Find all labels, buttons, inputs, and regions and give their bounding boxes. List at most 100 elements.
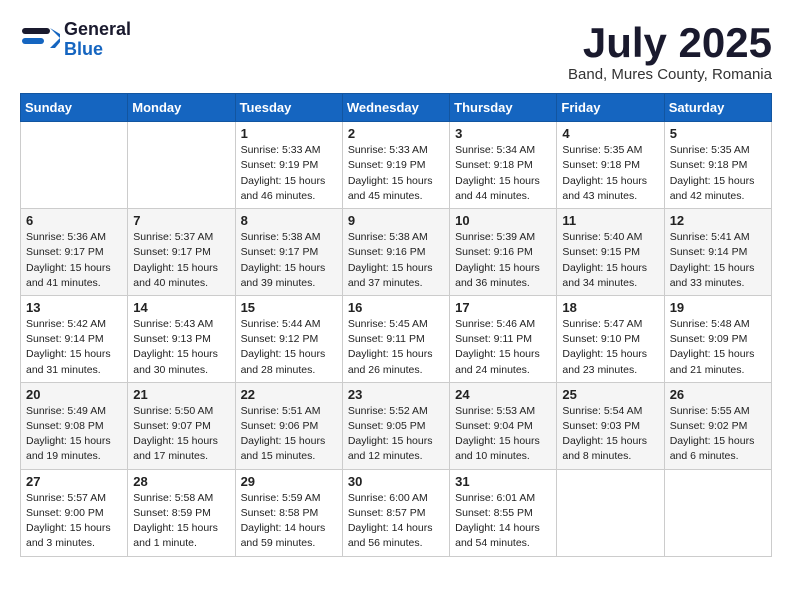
calendar-table: SundayMondayTuesdayWednesdayThursdayFrid…: [20, 93, 772, 556]
calendar-cell: 14 Sunrise: 5:43 AM Sunset: 9:13 PM Dayli…: [128, 295, 235, 382]
logo-icon: [20, 20, 60, 60]
day-info: Sunrise: 5:40 AM Sunset: 9:15 PM Dayligh…: [562, 230, 658, 291]
calendar-week-row: 1 Sunrise: 5:33 AM Sunset: 9:19 PM Daylig…: [21, 122, 772, 209]
day-info: Sunrise: 5:47 AM Sunset: 9:10 PM Dayligh…: [562, 317, 658, 378]
day-info: Sunrise: 5:38 AM Sunset: 9:16 PM Dayligh…: [348, 230, 444, 291]
calendar-cell: 13 Sunrise: 5:42 AM Sunset: 9:14 PM Dayli…: [21, 295, 128, 382]
calendar-cell: 22 Sunrise: 5:51 AM Sunset: 9:06 PM Dayli…: [235, 382, 342, 469]
day-info: Sunrise: 5:41 AM Sunset: 9:14 PM Dayligh…: [670, 230, 766, 291]
day-number: 18: [562, 300, 658, 315]
calendar-week-row: 27Sunrise: 5:57 AM Sunset: 9:00 PM Dayli…: [21, 469, 772, 556]
day-number: 16: [348, 300, 444, 315]
day-info: Sunrise: 5:43 AM Sunset: 9:13 PM Dayligh…: [133, 317, 229, 378]
calendar-cell: [557, 469, 664, 556]
day-number: 29: [241, 474, 337, 489]
calendar-header-thursday: Thursday: [450, 94, 557, 122]
day-number: 19: [670, 300, 766, 315]
day-info: Sunrise: 5:59 AM Sunset: 8:58 PM Dayligh…: [241, 491, 337, 552]
day-number: 12: [670, 213, 766, 228]
calendar-cell: 7 Sunrise: 5:37 AM Sunset: 9:17 PM Daylig…: [128, 209, 235, 296]
day-number: 23: [348, 387, 444, 402]
day-info: Sunrise: 5:42 AM Sunset: 9:14 PM Dayligh…: [26, 317, 122, 378]
day-number: 10: [455, 213, 551, 228]
calendar-cell: 2 Sunrise: 5:33 AM Sunset: 9:19 PM Daylig…: [342, 122, 449, 209]
day-number: 14: [133, 300, 229, 315]
day-info: Sunrise: 5:33 AM Sunset: 9:19 PM Dayligh…: [241, 143, 337, 204]
day-info: Sunrise: 5:55 AM Sunset: 9:02 PM Dayligh…: [670, 404, 766, 465]
calendar-header-tuesday: Tuesday: [235, 94, 342, 122]
calendar-cell: 28Sunrise: 5:58 AM Sunset: 8:59 PM Dayli…: [128, 469, 235, 556]
day-number: 26: [670, 387, 766, 402]
day-number: 5: [670, 126, 766, 141]
calendar-header-row: SundayMondayTuesdayWednesdayThursdayFrid…: [21, 94, 772, 122]
calendar-cell: 6Sunrise: 5:36 AM Sunset: 9:17 PM Daylig…: [21, 209, 128, 296]
calendar-week-row: 20Sunrise: 5:49 AM Sunset: 9:08 PM Dayli…: [21, 382, 772, 469]
day-info: Sunrise: 5:54 AM Sunset: 9:03 PM Dayligh…: [562, 404, 658, 465]
day-info: Sunrise: 5:57 AM Sunset: 9:00 PM Dayligh…: [26, 491, 122, 552]
calendar-header-saturday: Saturday: [664, 94, 771, 122]
calendar-cell: 10 Sunrise: 5:39 AM Sunset: 9:16 PM Dayli…: [450, 209, 557, 296]
calendar-cell: [664, 469, 771, 556]
day-number: 17: [455, 300, 551, 315]
calendar-cell: 21Sunrise: 5:50 AM Sunset: 9:07 PM Dayli…: [128, 382, 235, 469]
calendar-cell: 5 Sunrise: 5:35 AM Sunset: 9:18 PM Daylig…: [664, 122, 771, 209]
calendar-cell: 1 Sunrise: 5:33 AM Sunset: 9:19 PM Daylig…: [235, 122, 342, 209]
day-number: 31: [455, 474, 551, 489]
day-number: 24: [455, 387, 551, 402]
calendar-cell: 26 Sunrise: 5:55 AM Sunset: 9:02 PM Dayli…: [664, 382, 771, 469]
calendar-cell: 15 Sunrise: 5:44 AM Sunset: 9:12 PM Dayli…: [235, 295, 342, 382]
calendar-cell: 27Sunrise: 5:57 AM Sunset: 9:00 PM Dayli…: [21, 469, 128, 556]
day-number: 11: [562, 213, 658, 228]
day-number: 8: [241, 213, 337, 228]
page-header: General Blue July 2025 Band, Mures Count…: [20, 20, 772, 83]
day-number: 15: [241, 300, 337, 315]
day-info: Sunrise: 5:34 AM Sunset: 9:18 PM Dayligh…: [455, 143, 551, 204]
day-number: 3: [455, 126, 551, 141]
day-info: Sunrise: 5:48 AM Sunset: 9:09 PM Dayligh…: [670, 317, 766, 378]
day-number: 2: [348, 126, 444, 141]
calendar-header-sunday: Sunday: [21, 94, 128, 122]
calendar-header-friday: Friday: [557, 94, 664, 122]
day-number: 13: [26, 300, 122, 315]
day-info: Sunrise: 5:35 AM Sunset: 9:18 PM Dayligh…: [562, 143, 658, 204]
day-info: Sunrise: 5:52 AM Sunset: 9:05 PM Dayligh…: [348, 404, 444, 465]
day-number: 7: [133, 213, 229, 228]
calendar-cell: 30 Sunrise: 6:00 AM Sunset: 8:57 PM Dayli…: [342, 469, 449, 556]
calendar-week-row: 6Sunrise: 5:36 AM Sunset: 9:17 PM Daylig…: [21, 209, 772, 296]
calendar-cell: 4Sunrise: 5:35 AM Sunset: 9:18 PM Daylig…: [557, 122, 664, 209]
day-info: Sunrise: 5:37 AM Sunset: 9:17 PM Dayligh…: [133, 230, 229, 291]
day-info: Sunrise: 5:51 AM Sunset: 9:06 PM Dayligh…: [241, 404, 337, 465]
day-number: 9: [348, 213, 444, 228]
calendar-header-monday: Monday: [128, 94, 235, 122]
day-info: Sunrise: 5:44 AM Sunset: 9:12 PM Dayligh…: [241, 317, 337, 378]
month-title: July 2025: [568, 20, 772, 66]
day-number: 21: [133, 387, 229, 402]
day-info: Sunrise: 5:45 AM Sunset: 9:11 PM Dayligh…: [348, 317, 444, 378]
day-number: 1: [241, 126, 337, 141]
calendar-cell: 20Sunrise: 5:49 AM Sunset: 9:08 PM Dayli…: [21, 382, 128, 469]
day-number: 28: [133, 474, 229, 489]
location-subtitle: Band, Mures County, Romania: [568, 66, 772, 83]
calendar-cell: 16 Sunrise: 5:45 AM Sunset: 9:11 PM Dayli…: [342, 295, 449, 382]
day-info: Sunrise: 6:00 AM Sunset: 8:57 PM Dayligh…: [348, 491, 444, 552]
logo: General Blue: [20, 20, 131, 60]
calendar-cell: 8 Sunrise: 5:38 AM Sunset: 9:17 PM Daylig…: [235, 209, 342, 296]
calendar-cell: 17 Sunrise: 5:46 AM Sunset: 9:11 PM Dayli…: [450, 295, 557, 382]
day-info: Sunrise: 5:46 AM Sunset: 9:11 PM Dayligh…: [455, 317, 551, 378]
calendar-cell: 29 Sunrise: 5:59 AM Sunset: 8:58 PM Dayli…: [235, 469, 342, 556]
calendar-cell: 9 Sunrise: 5:38 AM Sunset: 9:16 PM Daylig…: [342, 209, 449, 296]
calendar-header-wednesday: Wednesday: [342, 94, 449, 122]
calendar-cell: [21, 122, 128, 209]
calendar-cell: 19 Sunrise: 5:48 AM Sunset: 9:09 PM Dayli…: [664, 295, 771, 382]
day-info: Sunrise: 5:39 AM Sunset: 9:16 PM Dayligh…: [455, 230, 551, 291]
calendar-cell: 24Sunrise: 5:53 AM Sunset: 9:04 PM Dayli…: [450, 382, 557, 469]
day-number: 25: [562, 387, 658, 402]
day-info: Sunrise: 5:38 AM Sunset: 9:17 PM Dayligh…: [241, 230, 337, 291]
day-number: 20: [26, 387, 122, 402]
day-info: Sunrise: 5:33 AM Sunset: 9:19 PM Dayligh…: [348, 143, 444, 204]
day-info: Sunrise: 5:35 AM Sunset: 9:18 PM Dayligh…: [670, 143, 766, 204]
day-number: 30: [348, 474, 444, 489]
day-number: 22: [241, 387, 337, 402]
day-number: 6: [26, 213, 122, 228]
calendar-cell: 31Sunrise: 6:01 AM Sunset: 8:55 PM Dayli…: [450, 469, 557, 556]
